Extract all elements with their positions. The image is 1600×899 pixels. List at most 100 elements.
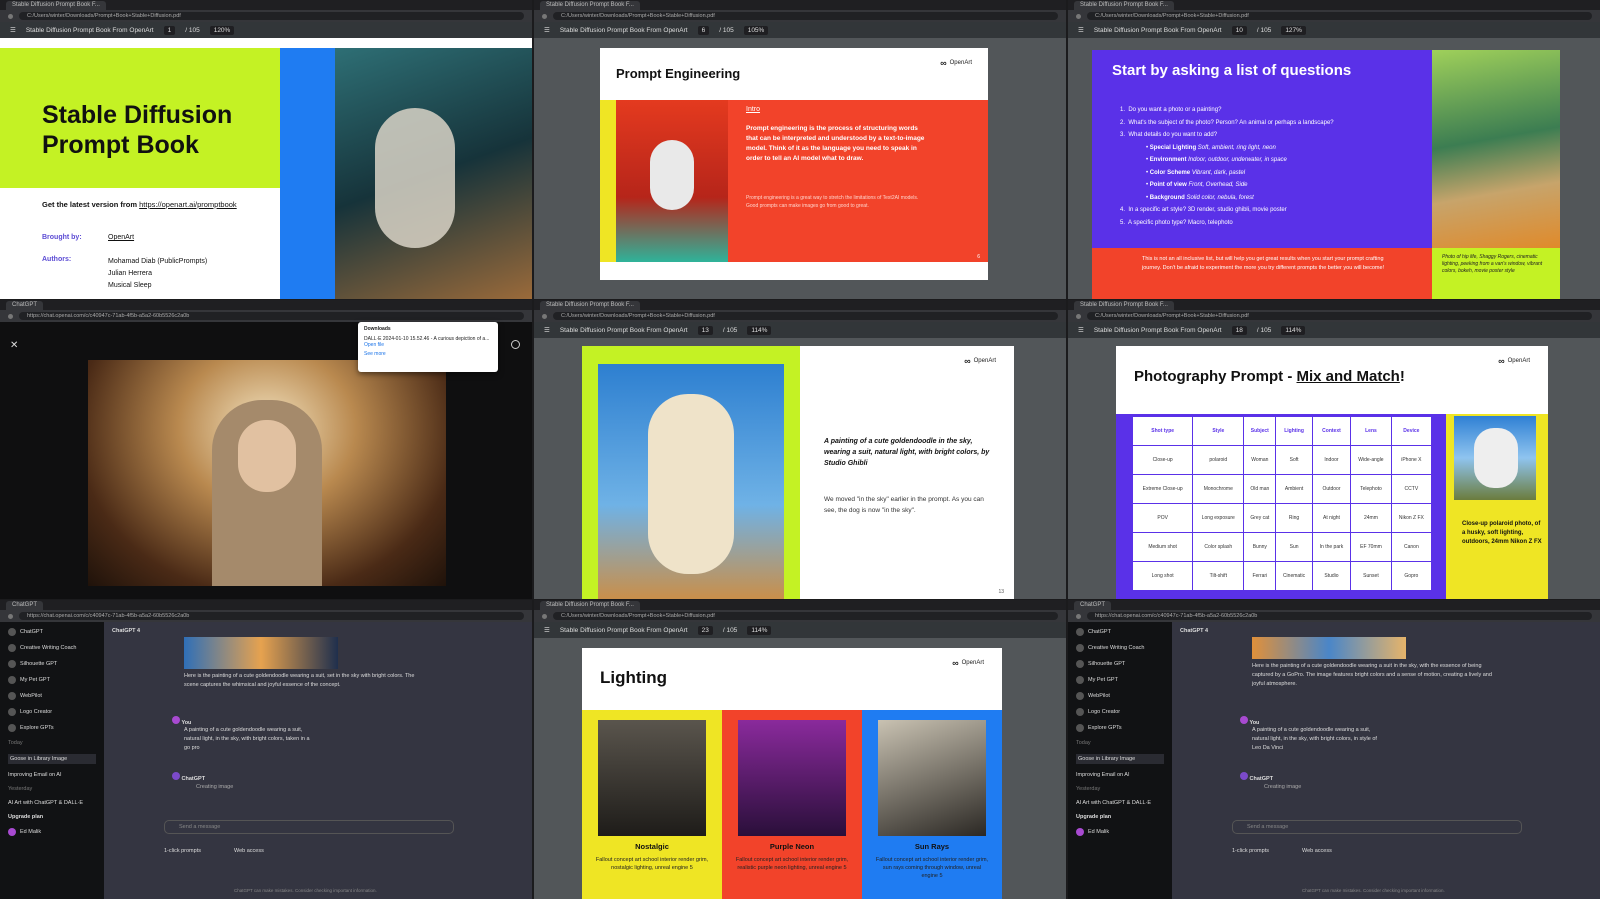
- table-cell: Old man: [1243, 474, 1277, 504]
- page-input[interactable]: 13: [697, 325, 713, 335]
- zoom-level[interactable]: 127%: [1281, 25, 1306, 35]
- generated-image[interactable]: [1252, 637, 1406, 659]
- panel-pdf-lighting: Stable Diffusion Prompt Book F... C:/Use…: [534, 600, 1066, 899]
- zoom-level[interactable]: 120%: [209, 25, 235, 35]
- model-selector[interactable]: ChatGPT 4: [1180, 628, 1208, 634]
- sidebar-item-chatgpt[interactable]: ChatGPT: [8, 628, 96, 636]
- menu-icon[interactable]: ☰: [544, 326, 550, 334]
- zoom-level[interactable]: 114%: [1281, 325, 1306, 335]
- sidebar-item-silhouette[interactable]: Silhouette GPT: [1076, 660, 1164, 668]
- sidebar-item-pet[interactable]: My Pet GPT: [1076, 676, 1164, 684]
- address-bar[interactable]: C:/Users/winter/Downloads/Prompt+Book+St…: [553, 312, 1058, 320]
- toggle-1click[interactable]: 1-click prompts: [1232, 848, 1269, 854]
- see-more-link[interactable]: See more: [364, 351, 492, 357]
- user-name[interactable]: Ed Malik: [1076, 828, 1164, 836]
- conversation-item[interactable]: Goose in Library Image: [8, 754, 96, 764]
- message-input[interactable]: Send a message: [1232, 820, 1522, 834]
- conversation-item[interactable]: Goose in Library Image: [1076, 754, 1164, 764]
- page-input[interactable]: 6: [697, 25, 710, 35]
- upgrade-plan[interactable]: Upgrade plan: [1076, 814, 1164, 820]
- address-bar[interactable]: C:/Users/winter/Downloads/Prompt+Book+St…: [553, 12, 1058, 20]
- page-input[interactable]: 1: [163, 25, 176, 35]
- intro-link[interactable]: Intro: [746, 106, 760, 113]
- upgrade-plan[interactable]: Upgrade plan: [8, 814, 96, 820]
- message-input[interactable]: Send a message: [164, 820, 454, 834]
- sidebar-item-writing-coach[interactable]: Creative Writing Coach: [1076, 644, 1164, 652]
- page-input[interactable]: 10: [1231, 25, 1247, 35]
- conversation-item[interactable]: AI Art with ChatGPT & DALL·E: [1076, 800, 1164, 806]
- generated-image[interactable]: [184, 637, 338, 669]
- browser-tab[interactable]: ChatGPT: [1074, 600, 1112, 610]
- toggle-1click[interactable]: 1-click prompts: [164, 848, 201, 854]
- address-bar[interactable]: C:/Users/winter/Downloads/Prompt+Book+St…: [553, 612, 1058, 620]
- menu-icon[interactable]: ☰: [10, 26, 16, 34]
- conversation-item[interactable]: Improving Email on AI: [1076, 772, 1164, 778]
- back-icon[interactable]: [1076, 13, 1081, 19]
- back-icon[interactable]: [542, 13, 547, 19]
- pdf-toolbar: ☰ Stable Diffusion Prompt Book From Open…: [534, 322, 1066, 338]
- toggle-web[interactable]: Web access: [234, 848, 264, 854]
- sidebar-item-logo[interactable]: Logo Creator: [1076, 708, 1164, 716]
- sidebar-item-pet[interactable]: My Pet GPT: [8, 676, 96, 684]
- close-icon[interactable]: ✕: [10, 340, 18, 351]
- zoom-level[interactable]: 105%: [743, 25, 769, 35]
- table-header: Device: [1390, 416, 1433, 446]
- back-icon[interactable]: [542, 313, 547, 319]
- user-name[interactable]: Ed Malik: [8, 828, 96, 836]
- back-icon[interactable]: [8, 313, 13, 319]
- open-file-link[interactable]: Open file: [364, 342, 492, 348]
- info-icon[interactable]: [511, 340, 520, 349]
- address-bar[interactable]: https://chat.openai.com/c/c40947c-71ab-4…: [19, 612, 524, 620]
- conversation-item[interactable]: AI Art with ChatGPT & DALL·E: [8, 800, 96, 806]
- address-bar[interactable]: C:/Users/winter/Downloads/Prompt+Book+St…: [19, 12, 524, 20]
- back-icon[interactable]: [1076, 613, 1081, 619]
- menu-icon[interactable]: ☰: [1078, 326, 1084, 334]
- latest-link[interactable]: https://openart.ai/promptbook: [139, 200, 237, 209]
- sidebar-item-explore[interactable]: Explore GPTs: [1076, 724, 1164, 732]
- browser-tab[interactable]: Stable Diffusion Prompt Book F...: [6, 0, 106, 10]
- back-icon[interactable]: [8, 613, 13, 619]
- address-bar[interactable]: https://chat.openai.com/c/c40947c-71ab-4…: [19, 312, 524, 320]
- sidebar-item-webpilot[interactable]: WebPilot: [8, 692, 96, 700]
- pdf-title: Stable Diffusion Prompt Book From OpenAr…: [559, 26, 688, 34]
- browser-tab[interactable]: ChatGPT: [6, 600, 44, 610]
- back-icon[interactable]: [1076, 313, 1081, 319]
- browser-tab[interactable]: Stable Diffusion Prompt Book F...: [540, 600, 640, 610]
- address-bar[interactable]: C:/Users/winter/Downloads/Prompt+Book+St…: [1087, 12, 1592, 20]
- question-4: 4. In a specific art style? 3D render, s…: [1120, 207, 1287, 213]
- menu-icon[interactable]: ☰: [544, 626, 550, 634]
- table-header: Lens: [1350, 416, 1392, 446]
- chat-main: ChatGPT 4 Here is the painting of a cute…: [1172, 622, 1600, 899]
- creating-status: Creating image: [1264, 784, 1302, 790]
- back-icon[interactable]: [8, 13, 13, 19]
- browser-tab[interactable]: Stable Diffusion Prompt Book F...: [1074, 300, 1174, 310]
- sidebar-item-logo[interactable]: Logo Creator: [8, 708, 96, 716]
- pdf-title: Stable Diffusion Prompt Book From OpenAr…: [25, 26, 154, 34]
- sidebar-item-webpilot[interactable]: WebPilot: [1076, 692, 1164, 700]
- pdf-toolbar: ☰ Stable Diffusion Prompt Book From Open…: [534, 22, 1066, 38]
- sidebar-item-chatgpt[interactable]: ChatGPT: [1076, 628, 1164, 636]
- address-bar[interactable]: https://chat.openai.com/c/c40947c-71ab-4…: [1087, 612, 1592, 620]
- browser-tab[interactable]: Stable Diffusion Prompt Book F...: [1074, 0, 1174, 10]
- zoom-level[interactable]: 114%: [747, 325, 772, 335]
- lighting-columns: Nostalgic Fallout concept art school inte…: [582, 710, 1002, 899]
- toggle-web[interactable]: Web access: [1302, 848, 1332, 854]
- brought-value[interactable]: OpenArt: [108, 234, 134, 241]
- back-icon[interactable]: [542, 613, 547, 619]
- page-input[interactable]: 18: [1231, 325, 1247, 335]
- menu-icon[interactable]: ☰: [544, 26, 550, 34]
- conversation-item[interactable]: Improving Email on AI: [8, 772, 96, 778]
- menu-icon[interactable]: ☰: [1078, 26, 1084, 34]
- browser-tab[interactable]: Stable Diffusion Prompt Book F...: [540, 300, 640, 310]
- browser-tab[interactable]: ChatGPT: [6, 300, 44, 310]
- model-selector[interactable]: ChatGPT 4: [112, 628, 140, 634]
- slide-title: Photography Prompt - Mix and Match!: [1134, 368, 1405, 385]
- address-bar[interactable]: C:/Users/winter/Downloads/Prompt+Book+St…: [1087, 312, 1592, 320]
- table-cell: Wide-angle: [1350, 445, 1392, 475]
- zoom-level[interactable]: 114%: [747, 625, 772, 635]
- browser-tab[interactable]: Stable Diffusion Prompt Book F...: [540, 0, 640, 10]
- sidebar-item-writing-coach[interactable]: Creative Writing Coach: [8, 644, 96, 652]
- page-input[interactable]: 23: [697, 625, 713, 635]
- sidebar-item-explore[interactable]: Explore GPTs: [8, 724, 96, 732]
- sidebar-item-silhouette[interactable]: Silhouette GPT: [8, 660, 96, 668]
